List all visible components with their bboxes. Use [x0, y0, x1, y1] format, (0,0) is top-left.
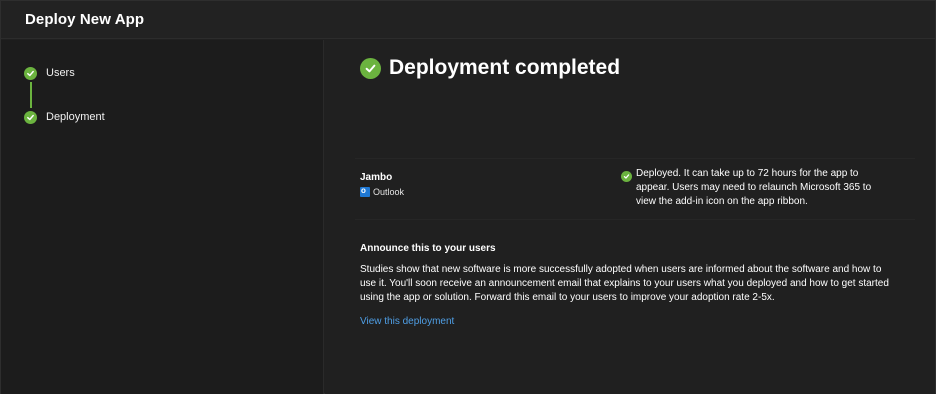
step-label: Users [46, 67, 75, 79]
check-circle-icon [360, 57, 381, 79]
step-connector [30, 82, 32, 108]
check-circle-icon [621, 171, 632, 182]
page-title: Deployment completed [389, 56, 621, 79]
check-circle-icon [24, 66, 37, 80]
deployed-app-row: Jambo o Outlook Deployed. It can take up… [355, 158, 915, 220]
app-host-label: Outlook [373, 187, 405, 197]
deploy-panel: Deploy New App Users Deployment Deployme… [0, 0, 936, 394]
completion-heading: Deployment completed [360, 56, 620, 80]
app-name: Jambo [360, 172, 393, 183]
view-deployment-link[interactable]: View this deployment [360, 316, 454, 327]
outlook-icon: o [360, 186, 370, 197]
steps-sidebar: Users Deployment [1, 40, 324, 394]
step-users[interactable]: Users [24, 65, 75, 81]
step-deployment[interactable]: Deployment [24, 109, 105, 125]
panel-header: Deploy New App [1, 1, 935, 39]
step-label: Deployment [46, 111, 105, 123]
app-host: o Outlook [360, 186, 405, 197]
announce-heading: Announce this to your users [360, 243, 496, 254]
status-message: Deployed. It can take up to 72 hours for… [636, 168, 872, 207]
main-content: Deployment completed Jambo o Outlook Dep… [325, 40, 935, 394]
check-circle-icon [24, 110, 37, 124]
announce-body: Studies show that new software is more s… [360, 264, 889, 303]
panel-title: Deploy New App [25, 11, 145, 28]
